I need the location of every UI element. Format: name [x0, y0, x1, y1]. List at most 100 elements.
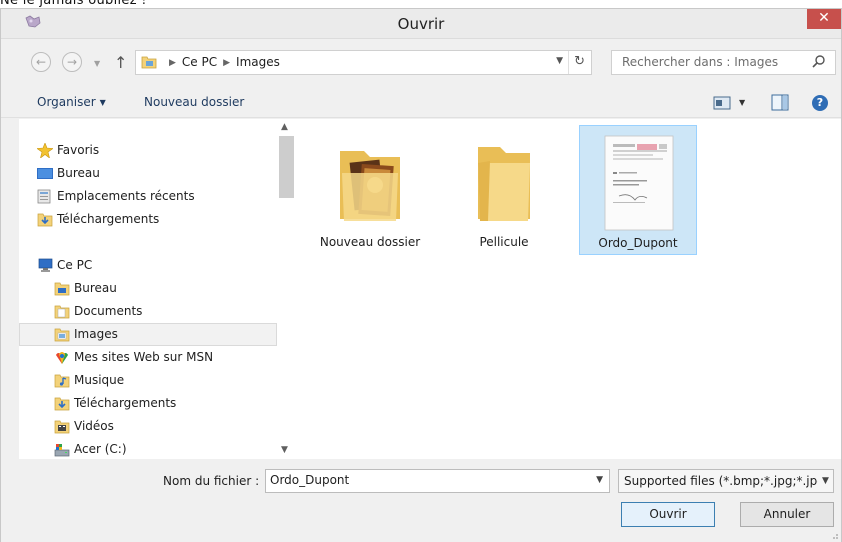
up-button[interactable]: ↑ — [114, 53, 127, 72]
downloads-icon — [54, 397, 70, 411]
new-folder-label: Nouveau dossier — [144, 95, 245, 109]
forward-button[interactable]: → — [62, 52, 82, 72]
forward-arrow-icon: → — [66, 55, 78, 69]
pictures-folder-icon — [141, 56, 157, 69]
sidebar-item-label: Favoris — [57, 143, 100, 157]
breadcrumb: ▶ Ce PC ▶ Images — [163, 55, 280, 69]
search-input[interactable]: Rechercher dans : Images — [622, 55, 778, 69]
sidebar-item-label: Emplacements récents — [57, 189, 195, 203]
filename-label: Nom du fichier : — [163, 474, 260, 488]
organize-button[interactable]: Organiser ▼ — [37, 95, 106, 109]
view-options-dropdown[interactable]: ▼ — [739, 98, 745, 107]
organize-label: Organiser — [37, 95, 96, 109]
open-button[interactable]: Ouvrir — [621, 502, 715, 527]
sidebar-item-label: Téléchargements — [74, 396, 177, 410]
breadcrumb-item-ce-pc[interactable]: Ce PC — [182, 55, 217, 69]
desktop-folder-icon — [54, 282, 70, 296]
desktop-icon — [37, 168, 53, 179]
refresh-icon: ↻ — [574, 54, 585, 69]
chevron-down-icon: ▼ — [99, 98, 106, 107]
chevron-right-icon[interactable]: ▶ — [169, 58, 176, 68]
recent-places-icon — [37, 189, 51, 204]
file-tile-nouveau-dossier[interactable]: Nouveau dossier — [311, 125, 429, 255]
search-box[interactable]: Rechercher dans : Images — [611, 50, 836, 75]
sidebar-item-images[interactable]: Images — [19, 323, 277, 346]
navigation-scrollbar[interactable]: ▲ ▼ — [278, 119, 295, 459]
change-view-icon[interactable] — [713, 96, 731, 110]
msn-icon — [56, 352, 68, 364]
close-icon: ✕ — [818, 10, 830, 26]
filename-field[interactable]: ▼ — [265, 469, 610, 493]
file-list: Nouveau dossier Pellicule Ordo_Dupont — [295, 119, 841, 459]
sidebar-item-bureau[interactable]: Bureau — [19, 277, 277, 300]
new-folder-button[interactable]: Nouveau dossier — [144, 95, 244, 109]
sidebar-item-acer-drive[interactable]: Acer (C:) — [19, 438, 277, 461]
star-icon — [37, 143, 53, 158]
drive-icon — [54, 444, 70, 457]
command-bar: Organiser ▼ Nouveau dossier ▼ ? — [1, 88, 841, 118]
background-text: Ne le jamais oubliez ! — [0, 0, 147, 8]
chevron-right-icon[interactable]: ▶ — [223, 58, 230, 68]
filename-input[interactable] — [270, 473, 580, 487]
help-icon[interactable]: ? — [812, 95, 828, 111]
breadcrumb-item-images[interactable]: Images — [236, 55, 280, 69]
document-thumbnail-icon — [604, 135, 674, 231]
sidebar-item-label: Musique — [74, 373, 125, 387]
open-file-dialog: Ouvrir ✕ ← → ▼ ↑ ▶ Ce PC ▶ Images ▼ ↻ Re… — [0, 8, 842, 542]
window-title: Ouvrir — [397, 15, 445, 33]
background-text-strip: Ne le jamais oubliez ! — [0, 0, 842, 8]
sidebar-item-label: Bureau — [57, 166, 100, 180]
scroll-up-icon[interactable]: ▲ — [281, 122, 288, 132]
close-button[interactable]: ✕ — [807, 9, 841, 29]
cancel-button[interactable]: Annuler — [740, 502, 834, 527]
chevron-down-icon[interactable]: ▼ — [818, 470, 833, 492]
resize-grip-icon[interactable] — [829, 530, 839, 540]
file-name: Nouveau dossier — [319, 235, 421, 249]
address-bar[interactable]: ▶ Ce PC ▶ Images ▼ ↻ — [135, 50, 592, 75]
refresh-button[interactable]: ↻ — [574, 54, 585, 69]
downloads-icon — [37, 213, 53, 227]
sidebar-item-label: Bureau — [74, 281, 117, 295]
sidebar-item-ce-pc[interactable]: Ce PC — [19, 254, 277, 277]
computer-icon — [38, 258, 53, 272]
address-history-dropdown[interactable]: ▼ — [556, 56, 563, 66]
sidebar-item-recent-places[interactable]: Emplacements récents — [19, 185, 277, 208]
sidebar-item-documents[interactable]: Documents — [19, 300, 277, 323]
navigation-pane: Favoris Bureau Emplacements récents Télé… — [19, 119, 295, 459]
folder-photos-icon — [340, 151, 400, 221]
sidebar-item-musique[interactable]: Musique — [19, 369, 277, 392]
file-type-value: Supported files (*.bmp;*.jpg;*.jpeg;*.pn… — [624, 474, 833, 488]
file-tile-pellicule[interactable]: Pellicule — [445, 125, 563, 255]
filename-dropdown-icon[interactable]: ▼ — [596, 475, 603, 485]
address-row: ← → ▼ ↑ ▶ Ce PC ▶ Images ▼ ↻ Rechercher dan… — [1, 42, 841, 86]
preview-pane-icon[interactable] — [771, 94, 789, 111]
scroll-down-icon[interactable]: ▼ — [281, 445, 288, 455]
address-divider — [568, 51, 569, 74]
sidebar-item-label: Vidéos — [74, 419, 114, 433]
sidebar-item-label: Ce PC — [57, 258, 93, 272]
sidebar-item-label: Mes sites Web sur MSN — [74, 350, 214, 364]
sidebar-item-bureau-favorite[interactable]: Bureau — [19, 162, 277, 185]
sidebar-item-label: Téléchargements — [57, 212, 160, 226]
dialog-footer: Nom du fichier : ▼ Supported files (*.bm… — [1, 459, 841, 542]
scrollbar-thumb[interactable] — [279, 136, 294, 198]
sidebar-item-label: Acer (C:) — [74, 442, 127, 456]
search-icon[interactable] — [811, 54, 827, 70]
sidebar-item-telechargements[interactable]: Téléchargements — [19, 392, 277, 415]
sidebar-item-msn-sites[interactable]: Mes sites Web sur MSN — [19, 346, 277, 369]
sidebar-item-telechargements-favorite[interactable]: Téléchargements — [19, 208, 277, 231]
sidebar-item-label: Images — [74, 327, 118, 341]
file-name: Pellicule — [479, 235, 529, 249]
file-tile-ordo-dupont[interactable]: Ordo_Dupont — [579, 125, 697, 255]
back-arrow-icon: ← — [35, 55, 47, 69]
sidebar-item-videos[interactable]: Vidéos — [19, 415, 277, 438]
back-button[interactable]: ← — [31, 52, 51, 72]
file-type-select[interactable]: Supported files (*.bmp;*.jpg;*.jpeg;*.pn… — [618, 469, 834, 493]
up-arrow-icon: ↑ — [114, 53, 128, 72]
folder-icon — [478, 147, 530, 221]
title-bar: Ouvrir ✕ — [1, 9, 841, 39]
sidebar-item-favoris[interactable]: Favoris — [19, 139, 277, 162]
videos-icon — [54, 420, 70, 434]
recent-locations-dropdown[interactable]: ▼ — [94, 59, 100, 68]
pictures-icon — [54, 328, 70, 342]
